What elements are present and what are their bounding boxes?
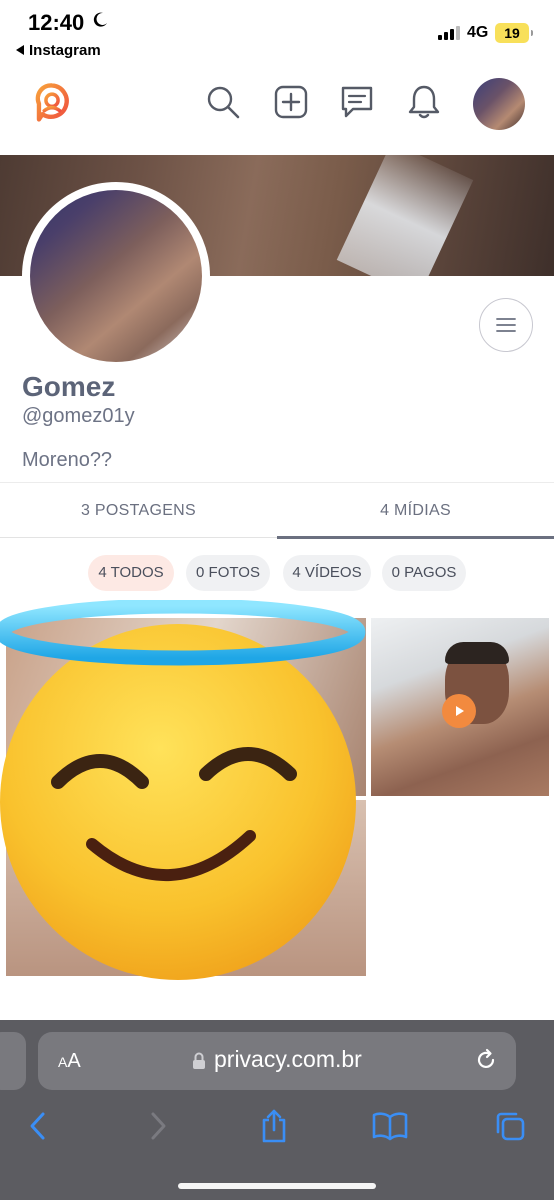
profile-menu-button[interactable] [479,298,533,352]
search-icon[interactable] [203,82,243,122]
do-not-disturb-moon-icon [93,12,107,27]
profile-bio: Moreno?? [22,449,113,471]
back-arrow-icon [16,45,24,55]
hamburger-icon [496,318,516,332]
privacy-logo-icon[interactable] [32,82,72,122]
tabs-icon[interactable] [490,1106,530,1146]
filter-photos[interactable]: 0 FOTOS [186,555,270,591]
filter-all[interactable]: 4 TODOS [88,555,174,591]
profile-name: Gomez [22,371,116,402]
play-icon[interactable] [442,694,476,728]
profile-handle: @gomez01y [22,405,135,427]
messages-icon[interactable] [337,82,377,122]
smiling-face-with-halo-emoji [0,600,366,980]
url-text: privacy.com.br [214,1046,362,1072]
tab-media[interactable]: 4 MÍDIAS [277,483,554,539]
status-time: 12:40 [28,10,85,35]
battery-indicator: 19 [495,23,533,43]
reload-icon[interactable] [474,1048,498,1072]
back-to-app-link[interactable]: Instagram [16,42,101,59]
notifications-icon[interactable] [404,82,444,122]
status-bar: 12:40 Instagram 4G 19 [0,0,554,66]
share-icon[interactable] [254,1106,294,1146]
previous-tab-preview[interactable] [0,1032,26,1090]
lock-icon [193,1052,205,1069]
browser-chrome: AA privacy.com.br [0,1020,554,1200]
filter-paid[interactable]: 0 PAGOS [382,555,466,591]
cellular-signal-icon [438,26,460,40]
profile-avatar[interactable] [22,182,210,370]
address-bar[interactable]: AA privacy.com.br [38,1032,516,1090]
tab-posts[interactable]: 3 POSTAGENS [0,483,277,539]
add-post-icon[interactable] [271,82,311,122]
text-size-button[interactable]: AA [58,1050,81,1073]
profile-tabs: 3 POSTAGENS 4 MÍDIAS [0,482,554,539]
home-indicator[interactable] [178,1183,376,1189]
network-type: 4G [467,24,489,41]
back-icon[interactable] [18,1106,58,1146]
media-filters: 4 TODOS 0 FOTOS 4 VÍDEOS 0 PAGOS [0,555,554,593]
filter-videos[interactable]: 4 VÍDEOS [283,555,371,591]
app-header [0,68,554,144]
forward-icon[interactable] [138,1106,178,1146]
back-app-label: Instagram [29,42,101,59]
user-avatar[interactable] [473,78,525,130]
bookmarks-icon[interactable] [370,1106,410,1146]
